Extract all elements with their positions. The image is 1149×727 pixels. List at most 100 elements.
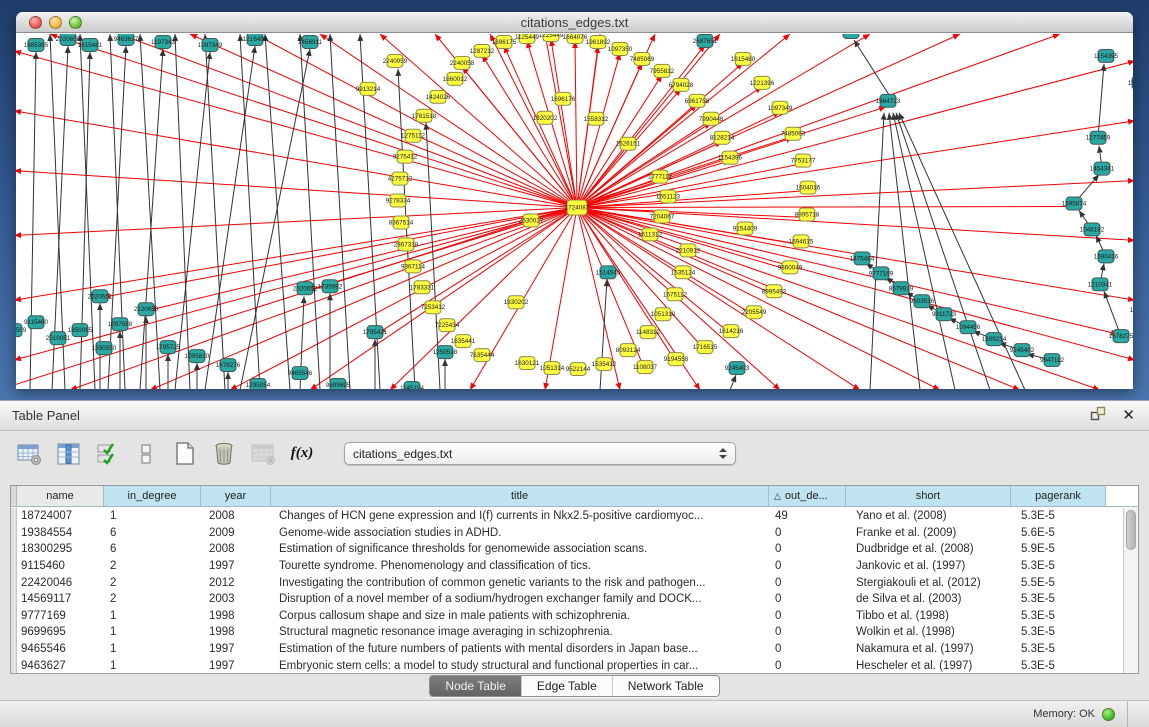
cell-in-degree[interactable]: 1 [104, 608, 201, 625]
cell-name[interactable]: 18300295 [17, 541, 104, 558]
cell-year[interactable]: 2009 [201, 525, 271, 542]
cell-title[interactable]: Investigating the contribution of common… [271, 574, 769, 591]
cell-year[interactable]: 1997 [201, 641, 271, 658]
cell-in-degree[interactable]: 1 [104, 508, 201, 525]
cell-in-degree[interactable]: 1 [104, 657, 201, 673]
column-header-out-degree[interactable]: △ out_de... [769, 486, 846, 506]
cell-title[interactable]: Embryonic stem cells: a model to study s… [271, 657, 769, 673]
cell-in-degree[interactable]: 2 [104, 558, 201, 575]
cell-short[interactable]: Yano et al. (2008) [846, 508, 1011, 525]
cell-pagerank[interactable]: 5.3E-5 [1011, 558, 1106, 575]
cell-name[interactable]: 9777169 [17, 608, 104, 625]
cell-year[interactable]: 2003 [201, 591, 271, 608]
table-row[interactable]: 18724007 1 2008 Changes of HCN gene expr… [11, 508, 1122, 525]
cell-name[interactable]: 22420046 [17, 574, 104, 591]
delete-rows-trash-icon[interactable] [211, 441, 237, 467]
cell-in-degree[interactable]: 2 [104, 591, 201, 608]
show-column-icon[interactable] [55, 441, 81, 467]
cell-year[interactable]: 2008 [201, 508, 271, 525]
cell-in-degree[interactable]: 1 [104, 624, 201, 641]
cell-pagerank[interactable]: 5.3E-5 [1011, 591, 1106, 608]
cell-out-degree[interactable]: 49 [769, 508, 846, 525]
scrollbar-thumb[interactable] [1126, 510, 1136, 550]
cell-title[interactable]: Disruption of a novel member of a sodium… [271, 591, 769, 608]
table-body[interactable]: 18724007 1 2008 Changes of HCN gene expr… [11, 508, 1122, 673]
cell-out-degree[interactable]: 0 [769, 657, 846, 673]
cell-name[interactable]: 18724007 [17, 508, 104, 525]
float-panel-icon[interactable] [1090, 406, 1106, 426]
cell-out-degree[interactable]: 0 [769, 574, 846, 591]
cell-title[interactable]: Tourette syndrome. Phenomenology and cla… [271, 558, 769, 575]
cell-in-degree[interactable]: 2 [104, 574, 201, 591]
minimize-button[interactable] [49, 16, 62, 29]
table-row[interactable]: 9699695 1 1998 Structural magnetic reson… [11, 624, 1122, 641]
cell-title[interactable]: Corpus callosum shape and size in male p… [271, 608, 769, 625]
cell-year[interactable]: 1997 [201, 558, 271, 575]
cell-out-degree[interactable]: 0 [769, 624, 846, 641]
cell-pagerank[interactable]: 5.3E-5 [1011, 657, 1106, 673]
cell-in-degree[interactable]: 6 [104, 541, 201, 558]
cell-short[interactable]: Nakamura et al. (1997) [846, 641, 1011, 658]
function-builder-icon[interactable]: f(x) [289, 441, 315, 467]
cell-pagerank[interactable]: 5.9E-5 [1011, 541, 1106, 558]
select-all-icon[interactable] [94, 441, 120, 467]
new-file-icon[interactable] [172, 441, 198, 467]
cell-year[interactable]: 1998 [201, 624, 271, 641]
table-source-select[interactable]: citations_edges.txt [344, 442, 736, 465]
cell-short[interactable]: Franke et al. (2009) [846, 525, 1011, 542]
tab-network-table[interactable]: Network Table [613, 676, 719, 696]
memory-status-indicator[interactable] [1102, 708, 1115, 721]
cell-out-degree[interactable]: 0 [769, 608, 846, 625]
cell-year[interactable]: 2012 [201, 574, 271, 591]
window-titlebar[interactable]: citations_edges.txt [16, 12, 1133, 33]
cell-name[interactable]: 9465546 [17, 641, 104, 658]
cell-title[interactable]: Estimation of the future numbers of pati… [271, 641, 769, 658]
table-settings-icon[interactable] [16, 441, 42, 467]
cell-name[interactable]: 19384554 [17, 525, 104, 542]
zoom-button[interactable] [69, 16, 82, 29]
close-button[interactable] [29, 16, 42, 29]
cell-short[interactable]: Hescheler et al. (1997) [846, 657, 1011, 673]
cell-in-degree[interactable]: 1 [104, 641, 201, 658]
column-header-name[interactable]: name [17, 486, 104, 506]
cell-short[interactable]: Jankovic et al. (1997) [846, 558, 1011, 575]
cell-pagerank[interactable]: 5.5E-5 [1011, 574, 1106, 591]
cell-short[interactable]: Dudbridge et al. (2008) [846, 541, 1011, 558]
column-header-short[interactable]: short [846, 486, 1011, 506]
cell-year[interactable]: 1997 [201, 657, 271, 673]
table-row[interactable]: 9465546 1 1997 Estimation of the future … [11, 641, 1122, 658]
cell-out-degree[interactable]: 0 [769, 558, 846, 575]
column-header-title[interactable]: title [271, 486, 769, 506]
table-row[interactable]: 22420046 2 2012 Investigating the contri… [11, 574, 1122, 591]
table-row[interactable]: 9777169 1 1998 Corpus callosum shape and… [11, 608, 1122, 625]
row-height-icon[interactable] [133, 441, 159, 467]
cell-name[interactable]: 14569117 [17, 591, 104, 608]
cell-out-degree[interactable]: 0 [769, 541, 846, 558]
cell-name[interactable]: 9699695 [17, 624, 104, 641]
cell-short[interactable]: Wolkin et al. (1998) [846, 624, 1011, 641]
cell-short[interactable]: de Silva et al. (2003) [846, 591, 1011, 608]
table-row[interactable]: 9463627 1 1997 Embryonic stem cells: a m… [11, 657, 1122, 673]
cell-pagerank[interactable]: 5.3E-5 [1011, 624, 1106, 641]
network-canvas[interactable]: 1724087188536520206501615481946362711973… [16, 34, 1133, 389]
tab-node-table[interactable]: Node Table [430, 676, 522, 696]
cell-short[interactable]: Stergiakouli et al. (2012) [846, 574, 1011, 591]
close-panel-icon[interactable]: ✕ [1122, 408, 1135, 423]
cell-name[interactable]: 9463627 [17, 657, 104, 673]
vertical-scrollbar[interactable] [1123, 508, 1138, 673]
column-header-pagerank[interactable]: pagerank [1011, 486, 1106, 506]
cell-in-degree[interactable]: 6 [104, 525, 201, 542]
cell-pagerank[interactable]: 5.3E-5 [1011, 641, 1106, 658]
table-row[interactable]: 9115460 2 1997 Tourette syndrome. Phenom… [11, 558, 1122, 575]
cell-out-degree[interactable]: 0 [769, 591, 846, 608]
cell-title[interactable]: Changes of HCN gene expression and I(f) … [271, 508, 769, 525]
tab-edge-table[interactable]: Edge Table [522, 676, 613, 696]
table-row[interactable]: 18300295 6 2008 Estimation of significan… [11, 541, 1122, 558]
cell-year[interactable]: 2008 [201, 541, 271, 558]
cell-year[interactable]: 1998 [201, 608, 271, 625]
cell-title[interactable]: Estimation of significance thresholds fo… [271, 541, 769, 558]
cell-pagerank[interactable]: 5.3E-5 [1011, 508, 1106, 525]
cell-pagerank[interactable]: 5.6E-5 [1011, 525, 1106, 542]
cell-name[interactable]: 9115460 [17, 558, 104, 575]
cell-pagerank[interactable]: 5.3E-5 [1011, 608, 1106, 625]
